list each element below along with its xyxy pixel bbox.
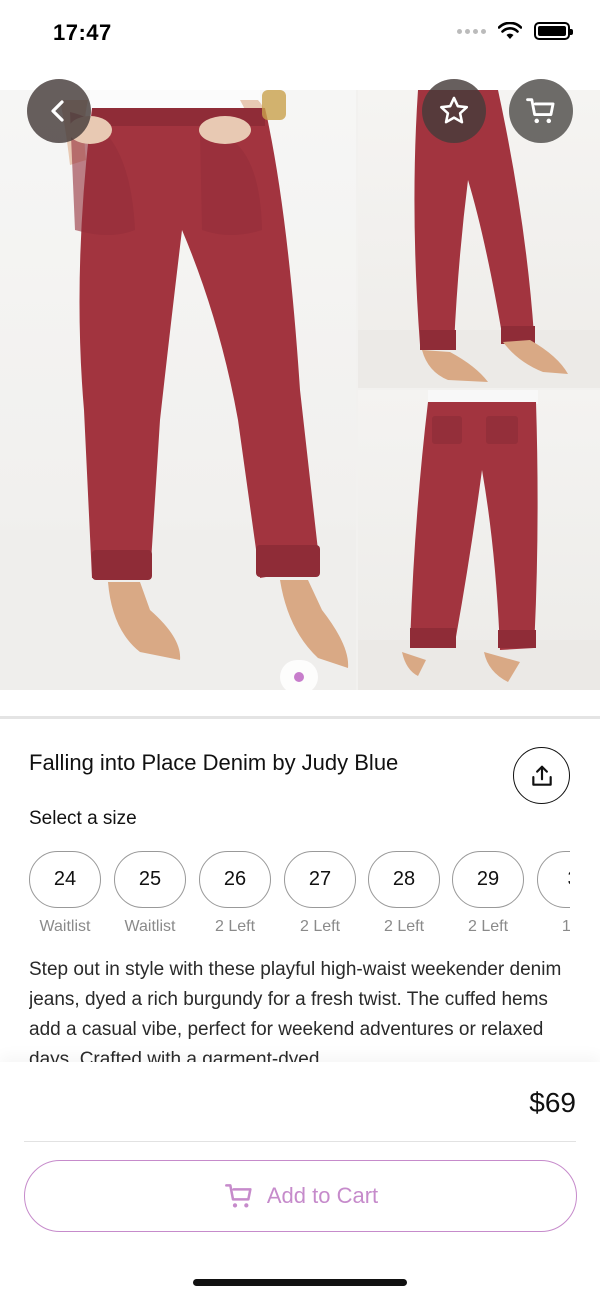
size-availability: 2 Left [214,918,256,935]
select-size-label: Select a size [29,808,137,829]
share-button[interactable] [513,747,570,804]
back-pants-image [358,390,600,690]
front-pants-image [0,90,356,690]
divider [24,1141,576,1142]
size-availability: 2 Left [299,918,341,935]
size-option[interactable]: 24 Waitlist [29,851,101,936]
side-view-photo[interactable] [358,90,600,388]
status-bar: 17:47 [0,0,600,66]
share-icon [531,765,552,786]
back-view-photo[interactable] [358,390,600,690]
chevron-left-icon [51,100,64,122]
gallery-pager[interactable] [280,660,318,694]
side-pants-image [358,90,600,388]
product-title: Falling into Place Denim by Judy Blue [29,750,399,775]
size-option[interactable]: 29 2 Left [452,851,524,936]
size-option[interactable]: 25 Waitlist [114,851,186,936]
size-button[interactable]: 26 [199,851,271,908]
size-option[interactable]: 3 1 L [537,851,570,936]
size-option[interactable]: 27 2 Left [284,851,356,936]
size-button[interactable]: 25 [114,851,186,908]
cart-icon [526,98,555,124]
product-price: $69 [529,1087,576,1118]
favorite-button[interactable] [422,79,486,143]
cart-icon [224,1184,252,1208]
star-icon [439,96,469,124]
gallery-page-dot [294,672,304,682]
size-button[interactable]: 3 [537,851,570,908]
size-button[interactable]: 29 [452,851,524,908]
wifi-icon [498,22,522,39]
add-to-cart-button[interactable]: Add to Cart [24,1160,577,1232]
back-button[interactable] [27,79,91,143]
cart-button[interactable] [509,79,573,143]
size-availability: 1 L [561,918,570,935]
front-view-photo[interactable] [0,90,356,690]
signal-dots-icon [457,28,486,34]
size-option[interactable]: 28 2 Left [368,851,440,936]
size-option[interactable]: 26 2 Left [199,851,271,936]
size-button[interactable]: 27 [284,851,356,908]
status-icons [457,22,573,40]
size-availability: Waitlist [124,918,176,935]
divider [0,716,600,719]
size-availability: Waitlist [39,918,91,935]
size-availability: 2 Left [467,918,509,935]
size-button[interactable]: 24 [29,851,101,908]
size-selector[interactable]: 24 Waitlist 25 Waitlist 26 2 Left 27 2 L… [29,851,570,941]
product-description: Step out in style with these playful hig… [29,959,562,1063]
size-button[interactable]: 28 [368,851,440,908]
size-availability: 2 Left [383,918,425,935]
add-to-cart-label: Add to Cart [266,1183,379,1208]
product-gallery[interactable] [0,90,600,690]
battery-icon [534,22,573,40]
home-indicator[interactable] [193,1279,407,1286]
status-time: 17:47 [53,20,112,45]
